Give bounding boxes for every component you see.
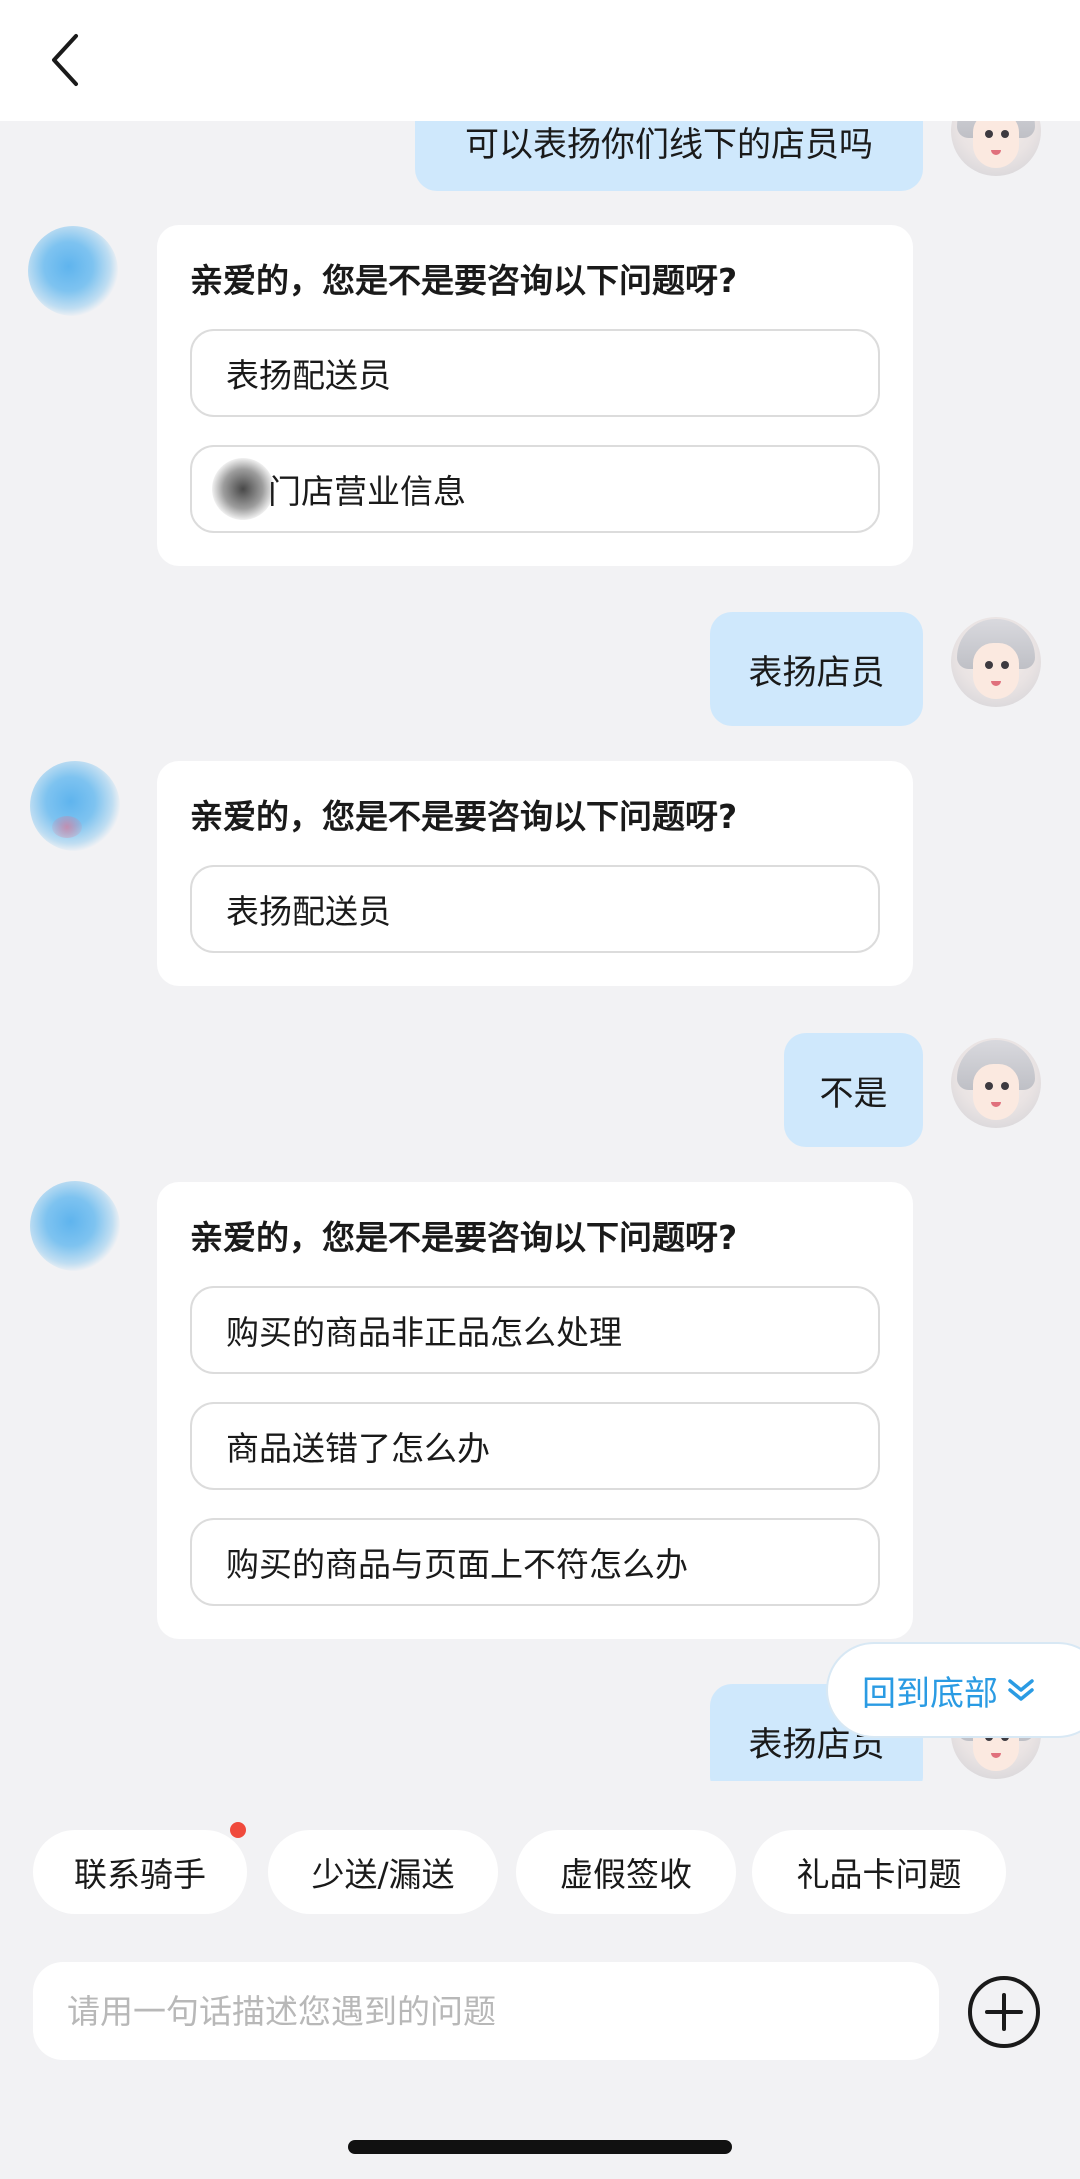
chip-label: 少送/漏送 [311,1855,455,1894]
chip-label: 联系骑手 [74,1855,206,1894]
plus-circle-icon [968,1976,1040,2048]
bot-avatar[interactable] [30,761,120,851]
smudge-mark [212,458,274,520]
top-bar [0,0,1080,121]
bot-suggestion-card: 亲爱的，您是不是要咨询以下问题呀? 购买的商品非正品怎么处理 商品送错了怎么办 … [157,1182,913,1639]
chip-label: 虚假签收 [560,1855,692,1894]
suggestion-option[interactable]: 商品送错了怎么办 [190,1402,880,1490]
add-button[interactable] [967,1975,1041,2049]
option-label: 购买的商品非正品怎么处理 [226,1313,622,1352]
chip-fake-signoff[interactable]: 虚假签收 [516,1830,736,1914]
chip-label: 礼品卡问题 [796,1855,962,1894]
option-label: 门店营业信息 [268,472,466,511]
suggestion-option[interactable]: 表扬配送员 [190,865,880,953]
bot-question: 亲爱的，您是不是要咨询以下问题呀? [190,261,738,300]
chip-missing-items[interactable]: 少送/漏送 [268,1830,498,1914]
option-label: 表扬配送员 [226,892,391,931]
suggestion-option[interactable]: 门店营业信息 [190,445,880,533]
user-avatar[interactable] [951,121,1041,176]
double-chevron-down-icon [1008,1679,1034,1701]
quick-reply-chips: 联系骑手 少送/漏送 虚假签收 礼品卡问题 [0,1822,1080,1914]
bot-suggestion-card: 亲爱的，您是不是要咨询以下问题呀? 表扬配送员 [157,761,913,986]
user-message-text: 表扬店员 [748,652,885,693]
suggestion-option[interactable]: 购买的商品非正品怎么处理 [190,1286,880,1374]
bot-suggestion-card: 亲爱的，您是不是要咨询以下问题呀? 表扬配送员 门店营业信息 [157,225,913,566]
user-message: 不是 [784,1033,923,1147]
bot-avatar[interactable] [30,1181,120,1271]
back-button[interactable] [40,30,90,90]
bot-avatar[interactable] [28,226,118,316]
message-input[interactable] [33,1962,939,2060]
chat-area[interactable]: 可以表扬你们线下的店员吗 亲爱的，您是不是要咨询以下问题呀? 表扬配送员 门店营… [0,121,1080,1781]
user-avatar[interactable] [951,1038,1041,1128]
suggestion-option[interactable]: 表扬配送员 [190,329,880,417]
option-label: 购买的商品与页面上不符怎么办 [226,1545,688,1584]
bot-question: 亲爱的，您是不是要咨询以下问题呀? [190,1218,738,1257]
user-message-text: 不是 [819,1073,888,1114]
bot-question: 亲爱的，您是不是要咨询以下问题呀? [190,797,738,836]
user-message: 表扬店员 [710,612,923,726]
user-message-text: 可以表扬你们线下的店员吗 [465,124,873,165]
user-message: 可以表扬你们线下的店员吗 [415,121,923,191]
chip-gift-card[interactable]: 礼品卡问题 [752,1830,1006,1914]
suggestion-option[interactable]: 购买的商品与页面上不符怎么办 [190,1518,880,1606]
option-label: 商品送错了怎么办 [226,1429,490,1468]
home-indicator[interactable] [348,2140,732,2154]
user-avatar[interactable] [951,617,1041,707]
option-label: 表扬配送员 [226,356,391,395]
chip-contact-rider[interactable]: 联系骑手 [33,1830,247,1914]
scroll-to-bottom-button[interactable]: 回到底部 [826,1642,1080,1738]
notification-dot [230,1822,246,1838]
scroll-to-bottom-label: 回到底部 [862,1673,998,1714]
chevron-left-icon [52,34,78,86]
